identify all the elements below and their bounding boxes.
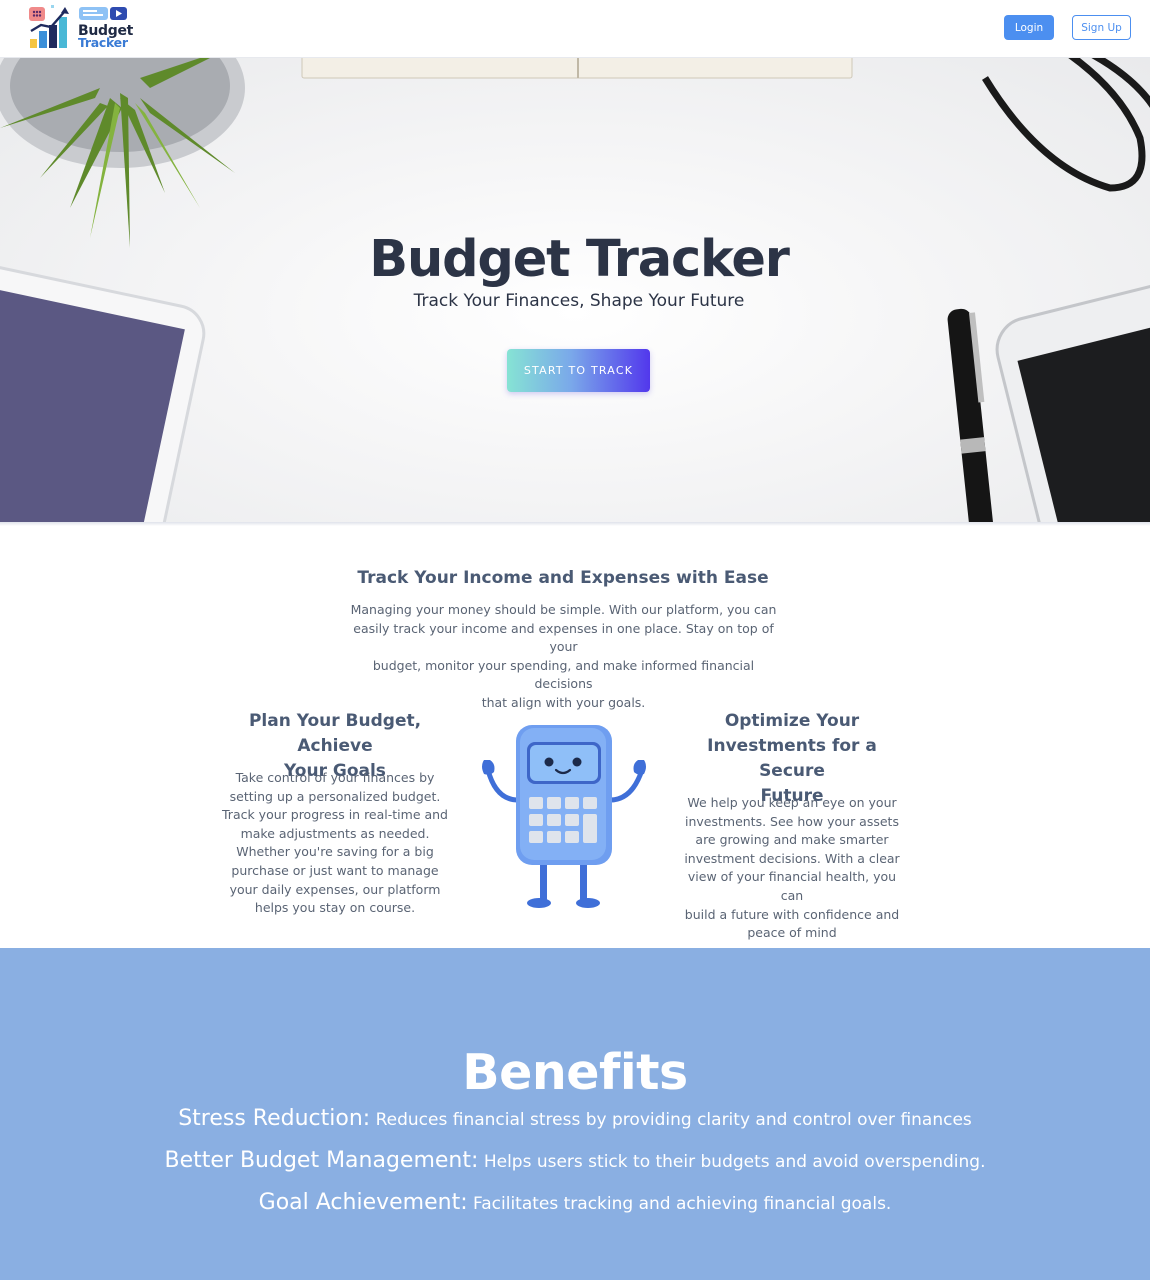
benefit-key: Stress Reduction: (178, 1106, 371, 1131)
site-header: Budget Tracker Login Sign Up (0, 0, 1150, 58)
plan-line: Whether you're saving for a big (236, 844, 434, 860)
calculator-mascot-image (482, 725, 646, 908)
intro-line: easily track your income and expenses in… (353, 620, 774, 655)
intro-paragraph: Managing your money should be simple. Wi… (350, 601, 777, 713)
benefit-key: Better Budget Management: (164, 1148, 479, 1173)
invest-line: investments. See how your assets (685, 813, 899, 829)
invest-line: build a future with confidence and (684, 906, 900, 922)
benefit-key: Goal Achievement: (258, 1190, 468, 1215)
invest-paragraph: We help you keep an eye on your investme… (676, 794, 908, 943)
intro-line: Managing your money should be simple. Wi… (350, 602, 777, 617)
benefits-title: Benefits (462, 1044, 688, 1101)
start-to-track-button[interactable]: START TO TRACK (507, 349, 650, 392)
invest-line: are growing and make smarter (695, 832, 889, 848)
invest-line: We help you keep an eye on your (687, 795, 897, 810)
plan-paragraph: Take control of your finances by setting… (220, 769, 450, 918)
plan-line: your daily expenses, our platform (229, 881, 441, 897)
benefit-item: Stress Reduction: Reduces financial stre… (0, 1106, 1150, 1131)
hero-divider (0, 522, 1150, 526)
benefit-value: Reduces financial stress by providing cl… (370, 1110, 972, 1130)
invest-heading-line: Optimize Your (724, 711, 860, 731)
benefit-item: Goal Achievement: Facilitates tracking a… (0, 1190, 1150, 1215)
benefits-section: Benefits Stress Reduction: Reduces finan… (0, 948, 1150, 1280)
hero-subtitle: Track Your Finances, Shape Your Future (413, 291, 745, 311)
benefit-item: Better Budget Management: Helps users st… (0, 1148, 1150, 1173)
login-button[interactable]: Login (1004, 15, 1054, 40)
plan-line: Track your progress in real-time and (222, 807, 448, 823)
plan-heading-line: Plan Your Budget, Achieve (248, 711, 422, 756)
budget-tracker-logo[interactable]: Budget Tracker (29, 5, 133, 51)
message-play-icon (79, 7, 127, 20)
hero-title: Budget Tracker (369, 230, 790, 289)
invest-line: view of your financial health, you can (687, 869, 897, 903)
plan-line: purchase or just want to manage (231, 862, 439, 878)
chart-logo-icon (29, 5, 69, 48)
plan-line: setting up a personalized budget. (229, 788, 441, 804)
signup-button[interactable]: Sign Up (1072, 15, 1131, 40)
intro-line: budget, monitor your spending, and make … (372, 657, 755, 692)
invest-line: investment decisions. With a clear (684, 850, 900, 866)
invest-line: peace of mind (747, 925, 837, 941)
plan-line: Take control of your finances by (235, 770, 435, 785)
benefit-value: Helps users stick to their budgets and a… (478, 1152, 986, 1172)
plan-line: helps you stay on course. (254, 900, 416, 916)
logo-text-line2: Tracker (78, 35, 128, 50)
benefit-value: Facilitates tracking and achieving finan… (467, 1194, 892, 1214)
invest-heading-line: Investments for a Secure (707, 736, 877, 781)
plan-line: make adjustments as needed. (240, 825, 430, 841)
intro-heading: Track Your Income and Expenses with Ease (357, 568, 769, 588)
hero-section: Budget Tracker Track Your Finances, Shap… (0, 58, 1150, 523)
